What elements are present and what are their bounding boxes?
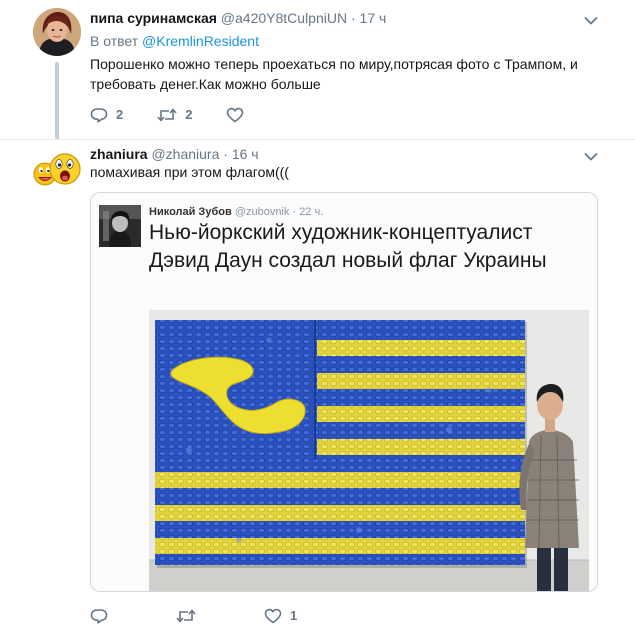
thread-line <box>55 62 59 140</box>
tweet-header: zhaniura @zhaniura · 16 ч <box>90 145 259 163</box>
separator-dot: · <box>350 10 356 26</box>
reply-icon <box>90 608 108 624</box>
tweet-header: пипа суринамская @a420Y8tCulpniUN · 17 ч <box>90 9 386 27</box>
reply-button[interactable]: 2 <box>90 106 123 124</box>
timestamp[interactable]: 17 ч <box>360 10 387 26</box>
display-name[interactable]: zhaniura <box>90 146 148 162</box>
flag-photo <box>149 310 589 591</box>
avatar[interactable] <box>31 147 83 199</box>
retweet-button[interactable]: 2 <box>157 106 192 124</box>
reply-to-link[interactable]: @KremlinResident <box>142 33 259 49</box>
retweet-button[interactable] <box>176 607 196 625</box>
like-button[interactable] <box>226 106 244 124</box>
timestamp[interactable]: 16 ч <box>232 146 259 162</box>
user-handle[interactable]: @zhaniura <box>151 146 219 162</box>
tweet-text: Порошенко можно теперь проехаться по мир… <box>90 56 578 92</box>
reply-count: 2 <box>116 107 124 122</box>
quoted-timestamp: 22 ч. <box>299 206 324 218</box>
quoted-display-name: Николай Зубов <box>149 206 232 218</box>
reply-context: В ответ @KremlinResident <box>90 32 259 50</box>
display-name[interactable]: пипа суринамская <box>90 10 217 26</box>
avatar[interactable] <box>33 8 81 56</box>
tweet-2: zhaniura @zhaniura · 16 ч помахивая при … <box>0 140 635 632</box>
quoted-header: Николай Зубов @zubovnik · 22 ч. <box>149 205 323 219</box>
reply-prefix: В ответ <box>90 33 139 49</box>
like-icon <box>264 608 282 624</box>
reply-button[interactable] <box>90 607 108 625</box>
like-button[interactable]: 1 <box>264 607 297 625</box>
tweet-text: помахивая при этом флагом((( <box>90 164 289 180</box>
media-image[interactable]: Николай Зубов @zubovnik · 22 ч. Нью-йорк… <box>90 192 598 592</box>
like-count: 1 <box>290 608 298 623</box>
quoted-separator-dot: · <box>292 206 297 218</box>
retweet-icon <box>176 608 196 624</box>
action-bar: 2 2 <box>90 106 278 124</box>
chevron-down-icon[interactable] <box>584 13 598 25</box>
action-bar: 1 <box>90 607 331 625</box>
quoted-handle: @zubovnik <box>234 206 290 218</box>
quoted-text: Нью-йоркский художник-концептуалист Дэви… <box>149 221 547 272</box>
retweet-count: 2 <box>185 107 193 122</box>
reply-icon <box>90 107 108 123</box>
like-icon <box>226 107 244 123</box>
user-handle[interactable]: @a420Y8tCulpniUN <box>221 10 347 26</box>
chevron-down-icon[interactable] <box>584 149 598 161</box>
retweet-icon <box>157 107 177 123</box>
tweet-1: пипа суринамская @a420Y8tCulpniUN · 17 ч… <box>0 0 635 140</box>
quoted-avatar <box>99 205 141 247</box>
separator-dot: · <box>223 146 228 162</box>
